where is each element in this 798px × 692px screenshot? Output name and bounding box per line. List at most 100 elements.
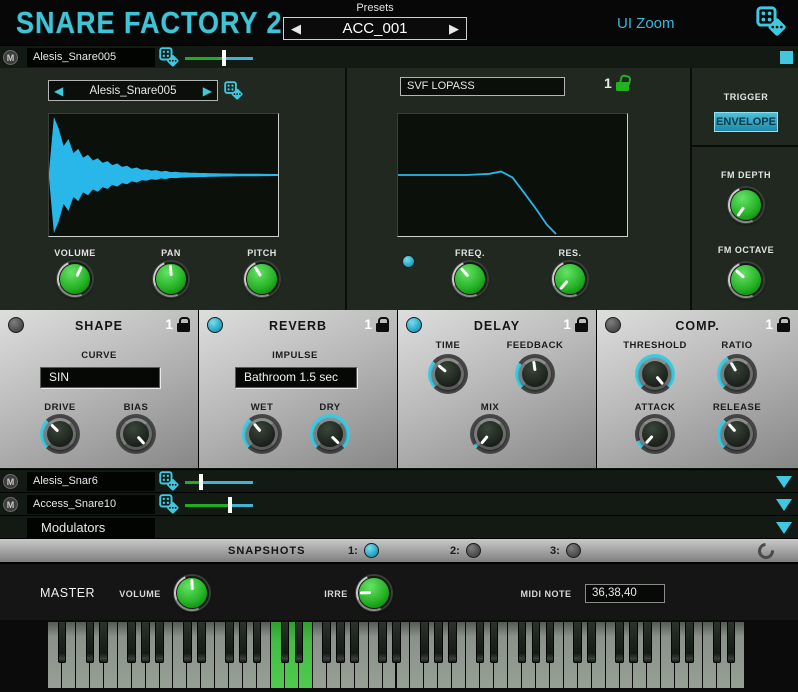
preset-prev-icon[interactable]: ◀ xyxy=(291,22,301,35)
snapshot-2-led[interactable] xyxy=(466,543,481,558)
piano-key-black[interactable] xyxy=(58,622,67,663)
filter-led[interactable] xyxy=(402,255,415,268)
feedback-knob[interactable] xyxy=(515,354,555,394)
piano-key-black[interactable] xyxy=(448,622,457,663)
piano-key-black[interactable] xyxy=(183,622,192,663)
piano-key-black[interactable] xyxy=(141,622,150,663)
delay-slot[interactable]: 1 xyxy=(563,317,588,332)
piano-key-black[interactable] xyxy=(532,622,541,663)
piano-key-black[interactable] xyxy=(253,622,262,663)
piano-key-black[interactable] xyxy=(629,622,638,663)
piano-key-black[interactable] xyxy=(99,622,108,663)
dry-knob[interactable] xyxy=(310,414,350,454)
drive-knob[interactable] xyxy=(40,414,80,454)
piano-key-black[interactable] xyxy=(490,622,499,663)
filter-type-field[interactable]: SVF LOPASS xyxy=(400,77,565,96)
layer-slider[interactable] xyxy=(185,478,253,486)
preset-next-icon[interactable]: ▶ xyxy=(449,22,459,35)
freq-knob[interactable] xyxy=(451,260,489,298)
piano-key-black[interactable] xyxy=(225,622,234,663)
modulators-field[interactable]: Modulators xyxy=(27,518,155,538)
layer-name-field[interactable]: Alesis_Snar6 xyxy=(27,472,155,491)
piano-key-black[interactable] xyxy=(86,622,95,663)
piano-key-black[interactable] xyxy=(322,622,331,663)
preset-selector[interactable]: ◀ ACC_001 ▶ xyxy=(283,17,467,40)
lock-icon[interactable] xyxy=(575,323,588,332)
reverb-slot[interactable]: 1 xyxy=(364,317,389,332)
piano-key-black[interactable] xyxy=(546,622,555,663)
piano-key-black[interactable] xyxy=(295,622,304,663)
snapshot-3-led[interactable] xyxy=(566,543,581,558)
keyboard[interactable] xyxy=(48,622,745,688)
piano-key-black[interactable] xyxy=(378,622,387,663)
lock-icon[interactable] xyxy=(376,323,389,332)
release-knob[interactable] xyxy=(717,414,757,454)
mix-knob[interactable] xyxy=(470,414,510,454)
fm-depth-knob[interactable] xyxy=(727,186,765,224)
envelope-mode-button[interactable]: ENVELOPE xyxy=(714,112,778,132)
piano-key-black[interactable] xyxy=(239,622,248,663)
time-knob[interactable] xyxy=(428,354,468,394)
piano-key-black[interactable] xyxy=(281,622,290,663)
piano-key-black[interactable] xyxy=(155,622,164,663)
shape-slot[interactable]: 1 xyxy=(165,317,190,332)
irre-knob[interactable] xyxy=(355,574,393,612)
layer-name-field[interactable]: Alesis_Snare005 xyxy=(27,48,155,67)
sample-prev-icon[interactable]: ◀ xyxy=(54,85,63,97)
piano-key-black[interactable] xyxy=(727,622,736,663)
layer-slider[interactable] xyxy=(185,54,253,62)
threshold-knob[interactable] xyxy=(635,354,675,394)
volume-knob[interactable] xyxy=(56,260,94,298)
piano-key-black[interactable] xyxy=(420,622,429,663)
expand-triangle-icon[interactable] xyxy=(776,476,792,488)
piano-key-black[interactable] xyxy=(476,622,485,663)
collapse-square-button[interactable] xyxy=(780,51,793,64)
piano-key-black[interactable] xyxy=(587,622,596,663)
ratio-knob[interactable] xyxy=(717,354,757,394)
piano-key-black[interactable] xyxy=(127,622,136,663)
expand-triangle-icon[interactable] xyxy=(776,499,792,511)
piano-key-black[interactable] xyxy=(573,622,582,663)
randomize-dice-icon[interactable] xyxy=(159,494,180,515)
snapshot-1-led[interactable] xyxy=(364,543,379,558)
pitch-knob[interactable] xyxy=(243,260,281,298)
piano-key-black[interactable] xyxy=(685,622,694,663)
piano-key-black[interactable] xyxy=(713,622,722,663)
mute-button[interactable]: M xyxy=(3,474,18,489)
comp-slot[interactable]: 1 xyxy=(765,317,790,332)
layer-name-field[interactable]: Access_Snare10 xyxy=(27,495,155,514)
master-volume-knob[interactable] xyxy=(173,574,211,612)
piano-key-black[interactable] xyxy=(615,622,624,663)
wet-knob[interactable] xyxy=(242,414,282,454)
piano-key-black[interactable] xyxy=(197,622,206,663)
randomize-dice-icon[interactable] xyxy=(756,6,788,38)
filter-slot[interactable]: 1 xyxy=(604,76,629,91)
sample-next-icon[interactable]: ▶ xyxy=(203,85,212,97)
expand-triangle-icon[interactable] xyxy=(776,522,792,534)
impulse-field[interactable]: Bathroom 1.5 sec xyxy=(235,367,357,388)
curve-field[interactable]: SIN xyxy=(40,367,160,388)
pan-knob[interactable] xyxy=(152,260,190,298)
piano-key-black[interactable] xyxy=(643,622,652,663)
mute-button[interactable]: M xyxy=(3,50,18,65)
lock-icon[interactable] xyxy=(777,323,790,332)
bias-knob[interactable] xyxy=(116,414,156,454)
fm-octave-knob[interactable] xyxy=(727,261,765,299)
attack-knob[interactable] xyxy=(635,414,675,454)
lock-icon[interactable] xyxy=(177,323,190,332)
layer-slider[interactable] xyxy=(185,501,253,509)
randomize-dice-icon[interactable] xyxy=(159,47,180,68)
midi-note-field[interactable]: 36,38,40 xyxy=(585,584,665,603)
piano-key-black[interactable] xyxy=(671,622,680,663)
piano-key-black[interactable] xyxy=(350,622,359,663)
piano-key-black[interactable] xyxy=(434,622,443,663)
randomize-dice-icon[interactable] xyxy=(224,81,244,101)
cycle-refresh-icon[interactable] xyxy=(755,540,778,563)
unlock-icon[interactable] xyxy=(616,82,629,91)
ui-zoom-button[interactable]: UI Zoom xyxy=(617,15,675,32)
res-knob[interactable] xyxy=(551,260,589,298)
mute-button[interactable]: M xyxy=(3,497,18,512)
randomize-dice-icon[interactable] xyxy=(159,471,180,492)
piano-key-black[interactable] xyxy=(392,622,401,663)
piano-key-black[interactable] xyxy=(518,622,527,663)
